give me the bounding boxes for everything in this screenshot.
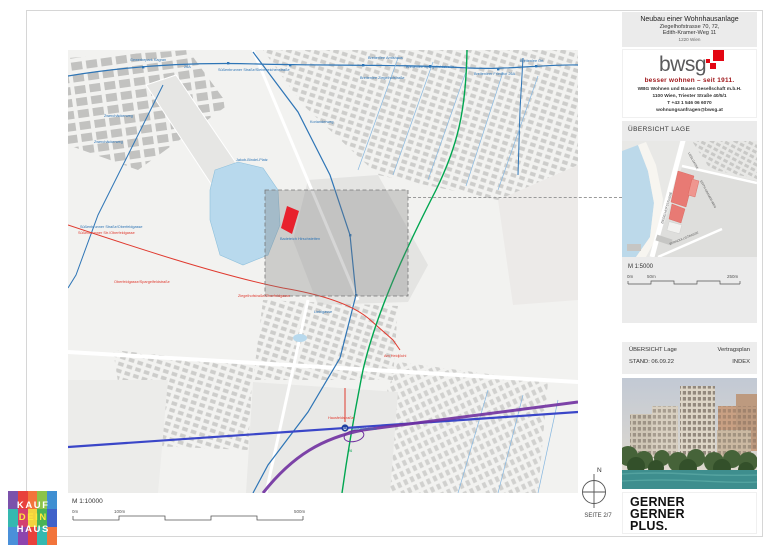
bwsg-contact: WBG Wohnen und Bauen Gesellschaft m.b.H.… [623,87,756,115]
map-label: Badeteich Hirschstetten [280,237,320,241]
overview-title: ÜBERSICHT LAGE [622,121,757,136]
developer-block: bwsg besser wohnen – seit 1911. WBG Wohn… [622,49,757,118]
map-label: Jakob-Bindel-Platz [236,158,268,162]
map-route-number: 26 [348,449,352,453]
project-city: 1220 Wien [622,37,757,42]
map-label: Breitenlee Amtshaus [368,56,403,60]
bwsg-logo: bwsg [659,55,706,76]
building-rendering [622,378,757,489]
plan-info-table: ÜBERSICHT Lage Vertragsplan STAND: 06.09… [622,342,757,374]
plan-index: INDEX [732,359,750,365]
bwsg-email[interactable]: wohnungsanfragen@bwsg.at [623,108,756,115]
detail-connector-line [408,197,622,198]
kdh-line: HAUS [15,524,50,536]
bwsg-pixel-squares-icon [706,52,724,70]
map-label: Oberfeldgasse/Spargelfeldstraße [114,280,170,284]
fields-southwest [68,380,168,493]
architect-line: PLUS. [630,521,756,533]
detail-scale-bar: 0m 50m 250m [627,273,745,289]
scale-tick: 500m [294,509,306,514]
map-scale-bar: 0m 100m 500m [72,508,310,526]
project-title: Neubau einer Wohnhausanlage [622,16,757,23]
map-label: Am Heidjöchl [384,354,407,358]
overview-section: ÜBERSICHT LAGE ZIEGELHOFSTRASSE EDITH-KR… [622,121,757,323]
map-route-number: 26A [184,65,191,69]
detail-scale-label: M 1:5000 [628,264,653,270]
map-label: Süßenbrunner Straße/Oberfeldgasse [80,225,142,229]
kdh-wordmark: KAUF DEIN HAUS [8,491,57,545]
north-arrow: N [572,462,616,512]
map-label: Breitenlee Spargelfeldstraße [406,65,454,69]
map-label: Hausfeldstraße [328,416,354,420]
detail-area-overlay[interactable] [265,190,408,296]
map-label: Ziegelhofstraße/Oberfeldgasse [238,294,290,298]
map-scale-label: M 1:10000 [72,498,103,505]
map-label: Zwerchäckerweg [104,114,133,118]
scale-tick: 250m [727,274,739,279]
architect-logo: GERNER GERNER PLUS. [622,492,757,534]
map-label: Breitenlee Ziegelhofstraße [360,76,405,80]
kauf-dein-haus-logo: KAUF DEIN HAUS [8,491,57,545]
title-block: Neubau einer Wohnhausanlage Ziegelhofstr… [622,12,757,47]
map-label: Lieblgasse [314,310,332,314]
plan-date: STAND: 06.09.22 [629,359,674,365]
bwsg-company: WBG Wohnen und Bauen Gesellschaft m.b.H. [623,87,756,94]
map-label: Süßenbrunner Straße/Siebeneichenstraße [218,68,290,72]
detail-map[interactable]: ZIEGELHOFSTRASSE EDITH-KRAMER-WEG LIEBLG… [622,141,757,257]
bwsg-tagline: besser wohnen – seit 1911. [623,77,756,84]
plan-type: ÜBERSICHT Lage [629,347,677,353]
scale-tick: 0m [627,274,634,279]
bwsg-phone: T +43 1 546 06 6070 [623,101,756,108]
north-label: N [597,467,602,474]
rendering-image [622,378,757,489]
map-label: Breitenleer Friedhof 26A [474,72,516,76]
map-label: Gewerbepark Kagran [130,58,166,62]
scale-tick: 50m [647,274,656,279]
page-number: SEITE 2/7 [572,513,624,519]
scale-tick: 0m [72,509,79,514]
project-address-2: Edith-Kramer-Weg 11 [622,30,757,36]
map-label: Korianderweg [310,120,333,124]
bwsg-wordmark: bwsg [659,53,706,76]
bwsg-address: 1100 Wien, Triester Straße 40/5/1 [623,94,756,101]
small-pond [293,334,307,342]
plan-category: Vertragsplan [717,347,750,353]
map-label: Süßenbrunner Str./Oberfeldgasse [78,231,135,235]
scale-tick: 100m [114,509,126,514]
map-label: Breitenlee Ort [520,59,544,63]
map-label: Zwerchäckerweg [94,140,123,144]
kdh-line: DEIN [17,512,48,524]
map-label: Hausfeldstraße [351,427,377,431]
kdh-line: KAUF [15,500,49,512]
city-map[interactable]: U Gewerbepark Kagran Süßenbrunner Straße… [68,50,578,493]
